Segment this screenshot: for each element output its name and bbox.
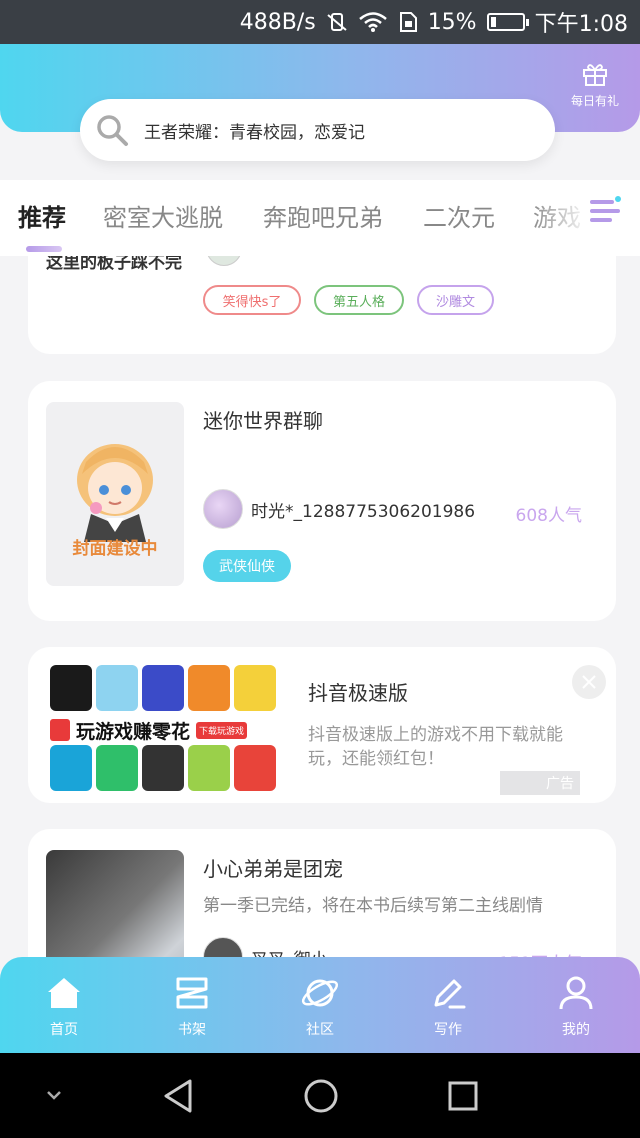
cover-placeholder-text: 封面建设中: [72, 539, 158, 559]
vibrate-icon: [327, 13, 347, 31]
game-thumbnail: [96, 665, 138, 711]
active-tab-indicator: [26, 246, 62, 252]
ad-banner-cta: 下载玩游戏: [196, 721, 248, 739]
category-tabs: 推荐 密室大逃脱 奔跑吧兄弟 二次元 游戏: [0, 180, 640, 256]
author-row[interactable]: 时光*_1288775306201986: [203, 489, 475, 529]
system-navigation-bar: [0, 1053, 640, 1138]
clock: 下午1:08: [534, 12, 628, 37]
nav-bookshelf-label: 书架: [178, 1022, 206, 1038]
status-bar: 488B/s 15% 下午1:08: [0, 0, 640, 44]
book-cover: 封面建设中: [46, 402, 184, 586]
tab-recommend[interactable]: 推荐: [18, 198, 66, 233]
nav-community[interactable]: 社区: [280, 973, 360, 1039]
recents-icon[interactable]: [446, 1079, 480, 1113]
gift-icon: [583, 64, 607, 86]
game-thumbnail: [188, 665, 230, 711]
book-title: 小心弟弟是团宠: [203, 857, 343, 881]
author-avatar: [203, 489, 243, 529]
battery-percent: 15%: [427, 9, 477, 35]
red-envelope-icon: [50, 719, 70, 741]
book-tag[interactable]: 第五人格: [314, 285, 404, 315]
category-menu-icon[interactable]: [588, 194, 622, 228]
game-thumbnail: [234, 745, 276, 791]
back-icon[interactable]: [160, 1077, 198, 1115]
search-icon: [97, 115, 128, 146]
nav-profile-label: 我的: [562, 1022, 590, 1038]
game-thumbnail: [50, 665, 92, 711]
nav-bookshelf[interactable]: 书架: [152, 973, 232, 1039]
nav-profile[interactable]: 我的: [536, 973, 616, 1039]
tab-anime[interactable]: 二次元: [423, 198, 495, 233]
home-circle-icon[interactable]: [302, 1077, 340, 1115]
nav-home[interactable]: 首页: [24, 973, 104, 1039]
tab-running-man[interactable]: 奔跑吧兄弟: [263, 198, 383, 233]
nav-write-label: 写作: [434, 1022, 462, 1038]
planet-icon: [301, 979, 339, 1007]
user-icon: [559, 976, 593, 1010]
game-thumbnail: [142, 745, 184, 791]
ad-banner-image: 玩游戏赚零花 下载玩游戏: [50, 665, 276, 793]
sim-icon: [399, 12, 417, 32]
game-thumbnail: [142, 665, 184, 711]
battery-icon: [486, 13, 529, 31]
ad-badge: 广告: [500, 771, 580, 795]
author-name: 时光*_1288775306201986: [251, 501, 476, 522]
wifi-icon: [358, 12, 387, 32]
nav-community-label: 社区: [306, 1022, 334, 1038]
pen-icon: [434, 979, 466, 1009]
game-thumbnail: [234, 665, 276, 711]
nav-home-label: 首页: [50, 1022, 78, 1038]
book-title: 迷你世界群聊: [203, 409, 323, 433]
search-placeholder: 王者荣耀：青春校园，恋爱记: [144, 122, 365, 143]
game-thumbnail: [96, 745, 138, 791]
book-tag[interactable]: 笑得快s了: [203, 285, 301, 315]
bookshelf-icon: [176, 977, 208, 1009]
game-thumbnail: [188, 745, 230, 791]
network-speed: 488B/s: [239, 9, 316, 35]
ad-close-button[interactable]: [572, 665, 606, 699]
tab-escape-room[interactable]: 密室大逃脱: [103, 198, 223, 233]
nav-write[interactable]: 写作: [408, 973, 488, 1039]
daily-gift-button[interactable]: 每日有礼: [566, 62, 624, 109]
search-bar[interactable]: 王者荣耀：青春校园，恋爱记: [80, 99, 555, 161]
popularity-count: 608人气: [515, 506, 582, 526]
close-icon: [582, 675, 596, 689]
ad-description: 抖音极速版上的游戏不用下载就能玩，还能领红包！: [308, 725, 563, 769]
daily-gift-label: 每日有礼: [570, 94, 619, 108]
ad-banner-text: 玩游戏赚零花: [76, 720, 191, 743]
book-description: 第一季已完结，将在本书后续写第二主线剧情: [203, 896, 543, 916]
ad-card[interactable]: 玩游戏赚零花 下载玩游戏 抖音极速版 抖音极速版上的游戏不用下载就能玩，还能领红…: [28, 647, 616, 803]
bottom-navigation: 首页 书架 社区 写作 我的: [0, 957, 640, 1053]
tabs-fade: [530, 180, 640, 256]
genre-tag[interactable]: 武侠仙侠: [203, 550, 291, 582]
ad-badge-label: 广告: [546, 776, 574, 792]
game-thumbnail: [50, 745, 92, 791]
chevron-down-icon[interactable]: [44, 1085, 64, 1105]
book-tag[interactable]: 沙雕文: [417, 285, 494, 315]
book-card[interactable]: 封面建设中 迷你世界群聊 时光*_1288775306201986 608人气 …: [28, 381, 616, 621]
home-icon: [48, 978, 80, 1008]
ad-title: 抖音极速版: [308, 681, 408, 705]
